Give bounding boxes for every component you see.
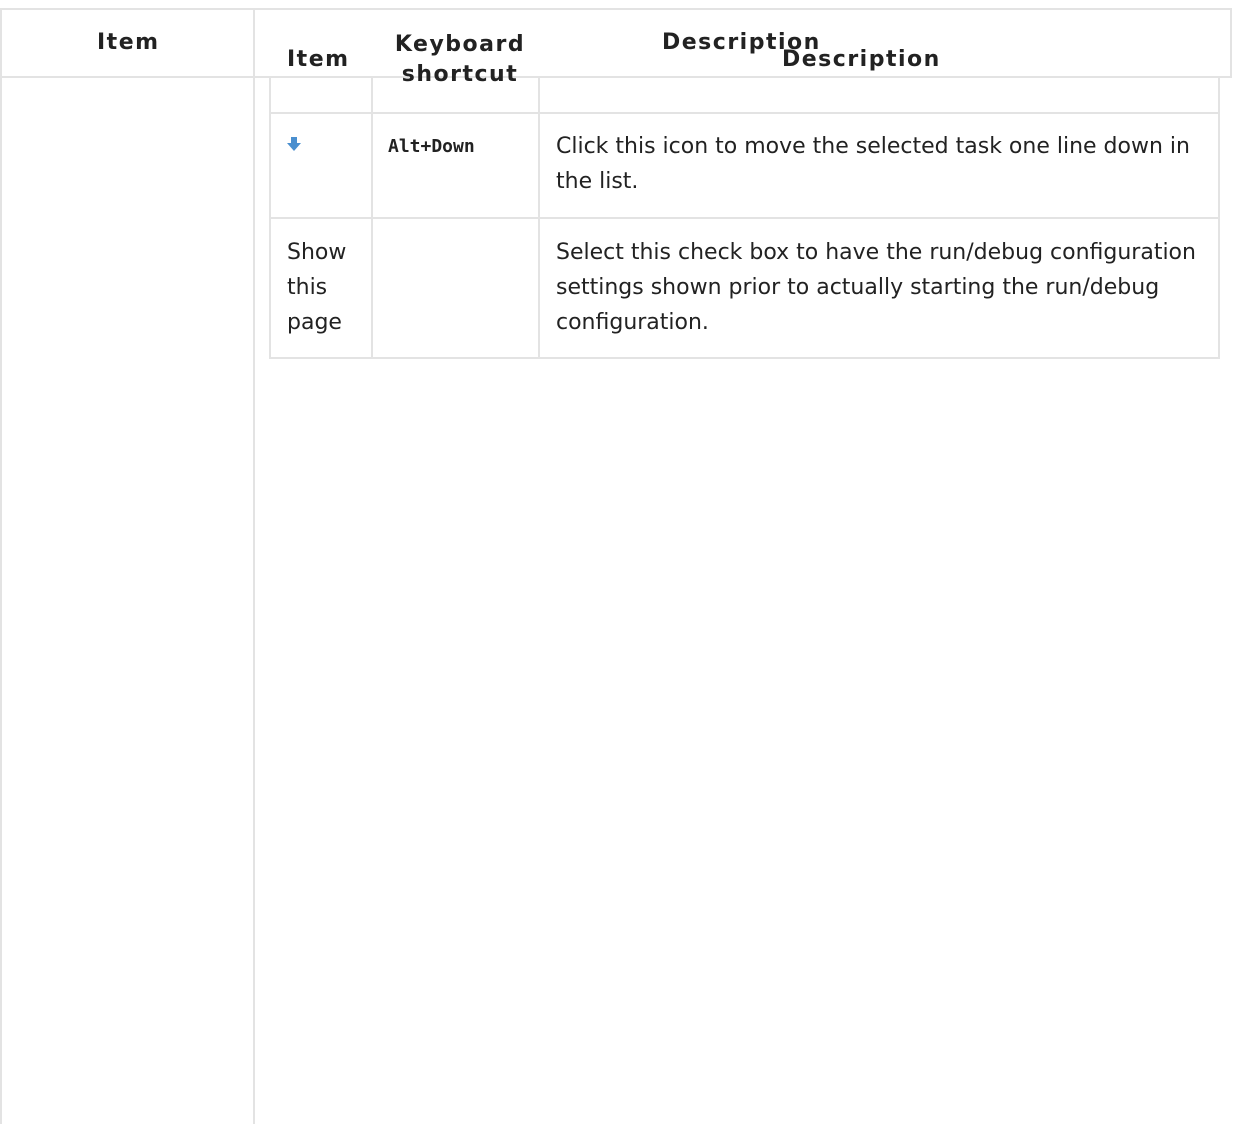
row1-shortcut: Alt+Down (388, 136, 475, 157)
inner-header-description: Description (782, 47, 941, 72)
outer-top-border (0, 8, 1232, 10)
inner-header-shortcut: Keyboard shortcut (394, 32, 526, 87)
outer-column-divider (253, 8, 255, 1124)
row2-item: Show this page (287, 240, 347, 335)
inner-bottom-border (269, 357, 1220, 359)
outer-header-bottom-border (0, 76, 1232, 78)
outer-left-border (0, 8, 2, 1124)
row1-description: Click this icon to move the selected tas… (556, 134, 1190, 194)
row2-description: Select this check box to have the run/de… (556, 240, 1196, 335)
arrow-down-icon (286, 136, 302, 152)
outer-header-item: Item (97, 30, 160, 55)
inner-header-item: Item (287, 47, 350, 72)
inner-row-border-1 (269, 112, 1220, 114)
inner-row-border-2 (269, 217, 1220, 219)
outer-right-border (1230, 8, 1232, 78)
